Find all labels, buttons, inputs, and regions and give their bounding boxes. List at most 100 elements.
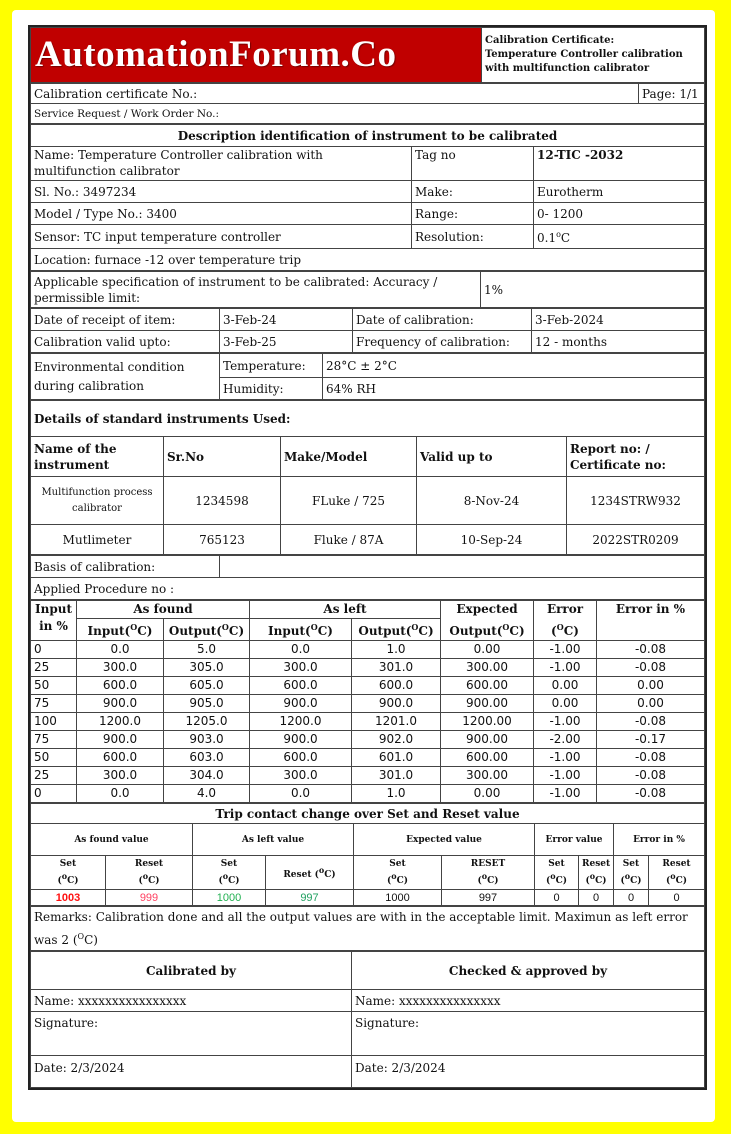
reading-cell: 75 (30, 694, 77, 713)
remarks-table: Remarks: Calibration done and all the ou… (30, 906, 705, 951)
unit: C) (563, 623, 579, 638)
range-value: 0- 1200 (533, 202, 705, 225)
reading-cell: 900.0 (249, 694, 352, 713)
std-cell: Multifunction process calibrator (30, 476, 164, 525)
calibrator-date: Date: 2/3/2024 (30, 1055, 352, 1088)
unit: C) (137, 624, 153, 638)
header-left-output: Output(OC) (351, 618, 441, 641)
header-table: AutomationForum.Co Calibration Certifica… (30, 27, 705, 83)
environment-table: Environmental condition during calibrati… (30, 353, 705, 400)
reading-cell: 900.0 (351, 694, 441, 713)
reading-row: 50 600.0 605.0 600.0 600.0 600.00 0.00 0.00 (30, 676, 705, 695)
trip-value: 1000 (192, 889, 266, 906)
reading-cell: -0.08 (596, 784, 705, 803)
cal-date-value: 3-Feb-2024 (531, 308, 705, 331)
std-header-name: Name of the instrument (30, 436, 164, 477)
tag-label: Tag no (411, 146, 534, 181)
serial-number: Sl. No.: 3497234 (30, 180, 412, 203)
trip-subheader-label: Set (220, 859, 238, 869)
approver-signature: Signature: (351, 1011, 705, 1056)
reading-cell: 0.00 (596, 694, 705, 713)
signoff-table: Calibrated by Checked & approved by Name… (30, 951, 705, 1088)
trip-subheader: Reset (oC) (578, 855, 614, 890)
sensor: Sensor: TC input temperature controller (30, 224, 412, 249)
trip-group-found: As found value (30, 823, 193, 856)
instrument-table: Description identification of instrument… (30, 124, 705, 271)
make-label: Make: (411, 180, 534, 203)
reading-cell: 301.0 (351, 658, 441, 677)
trip-table: Trip contact change over Set and Reset v… (30, 803, 705, 906)
header-expected-output: Output(OC) (440, 618, 534, 641)
page-sheet: AutomationForum.Co Calibration Certifica… (12, 10, 715, 1122)
calibration-certificate: AutomationForum.Co Calibration Certifica… (28, 25, 707, 1090)
reading-cell: 900.00 (440, 730, 534, 749)
reading-cell: 75 (30, 730, 77, 749)
reading-cell: 0 (30, 784, 77, 803)
title-line: Temperature Controller calibration (485, 49, 683, 60)
make-value: Eurotherm (533, 180, 705, 203)
unit: C) (317, 624, 333, 638)
humidity-value: 64% RH (322, 377, 705, 400)
env-label: Environmental condition during calibrati… (30, 353, 220, 400)
instrument-section-title: Description identification of instrument… (30, 124, 705, 147)
approved-by-heading: Checked & approved by (351, 951, 705, 990)
trip-subheader: Reset (oC) (265, 855, 354, 890)
std-cell: 2022STR0209 (566, 524, 705, 555)
trip-subheader-label: RESET (470, 859, 506, 869)
label: Input( (268, 624, 311, 638)
reading-cell: 0.0 (76, 640, 164, 659)
label: Input( (87, 624, 131, 638)
cert-no-label: Calibration certificate No.: (30, 83, 639, 104)
cal-date-label: Date of calibration: (352, 308, 532, 331)
reading-cell: 5.0 (163, 640, 250, 659)
reading-cell: -0.08 (596, 640, 705, 659)
trip-group-error: Error value (534, 823, 614, 856)
basis-label: Basis of calibration: (30, 555, 220, 578)
reading-cell: 0.00 (533, 694, 597, 713)
spec-table: Applicable specification of instrument t… (30, 271, 705, 308)
unit: C) (228, 624, 245, 638)
reading-cell: -0.08 (596, 766, 705, 785)
reading-cell: -1.00 (533, 640, 597, 659)
brand-logo: AutomationForum.Co (30, 27, 482, 83)
reading-row: 100 1200.0 1205.0 1200.0 1201.0 1200.00 -1.00-… (30, 712, 705, 731)
trip-subheader: Reset (oC) (105, 855, 193, 890)
receipt-value: 3-Feb-24 (219, 308, 353, 331)
trip-value: 1003 (30, 889, 106, 906)
trip-subheader-label: Set (59, 859, 77, 869)
valid-label: Calibration valid upto: (30, 330, 220, 353)
std-cell: 1234598 (163, 476, 281, 525)
remarks: Remarks: Calibration done and all the ou… (30, 906, 705, 951)
reading-cell: -1.00 (533, 784, 597, 803)
trip-subheader-label: Reset (662, 859, 691, 869)
approver-date: Date: 2/3/2024 (351, 1055, 705, 1088)
header-found-input: Input(OC) (76, 618, 164, 641)
trip-group-error-pct: Error in % (613, 823, 705, 856)
std-cell: Fluke / 87A (280, 524, 417, 555)
reading-row: 75 900.0 905.0 900.0 900.0 900.00 0.00 0.00 (30, 694, 705, 713)
std-cell: FLuke / 725 (280, 476, 417, 525)
dates-table: Date of receipt of item: 3-Feb-24 Date o… (30, 308, 705, 353)
reading-cell: 900.0 (249, 730, 352, 749)
trip-subheader-label: Reset (283, 870, 312, 880)
reading-cell: 600.00 (440, 676, 534, 695)
trip-value: 0 (534, 889, 579, 906)
reading-cell: 600.0 (249, 676, 352, 695)
trip-subheader: RESET (oC) (441, 855, 535, 890)
remarks-unit: C) (84, 933, 98, 947)
basis-table: Basis of calibration: Applied Procedure … (30, 555, 705, 600)
header-as-left: As left (249, 600, 441, 619)
meta-table: Calibration certificate No.: Page: 1/1 S… (30, 83, 705, 124)
trip-subheader: Reset (oC) (648, 855, 705, 890)
header-found-output: Output(OC) (163, 618, 250, 641)
header-expected: Expected (440, 600, 534, 619)
reading-cell: 1201.0 (351, 712, 441, 731)
reading-cell: 1.0 (351, 784, 441, 803)
trip-value: 0 (613, 889, 649, 906)
reading-cell: 4.0 (163, 784, 250, 803)
standards-title: Details of standard instruments Used: (30, 400, 705, 437)
reading-cell: -1.00 (533, 712, 597, 731)
reading-cell: 300.0 (76, 766, 164, 785)
remarks-text: Remarks: Calibration done and all the ou… (34, 910, 688, 947)
model-number: Model / Type No.: 3400 (30, 202, 412, 225)
